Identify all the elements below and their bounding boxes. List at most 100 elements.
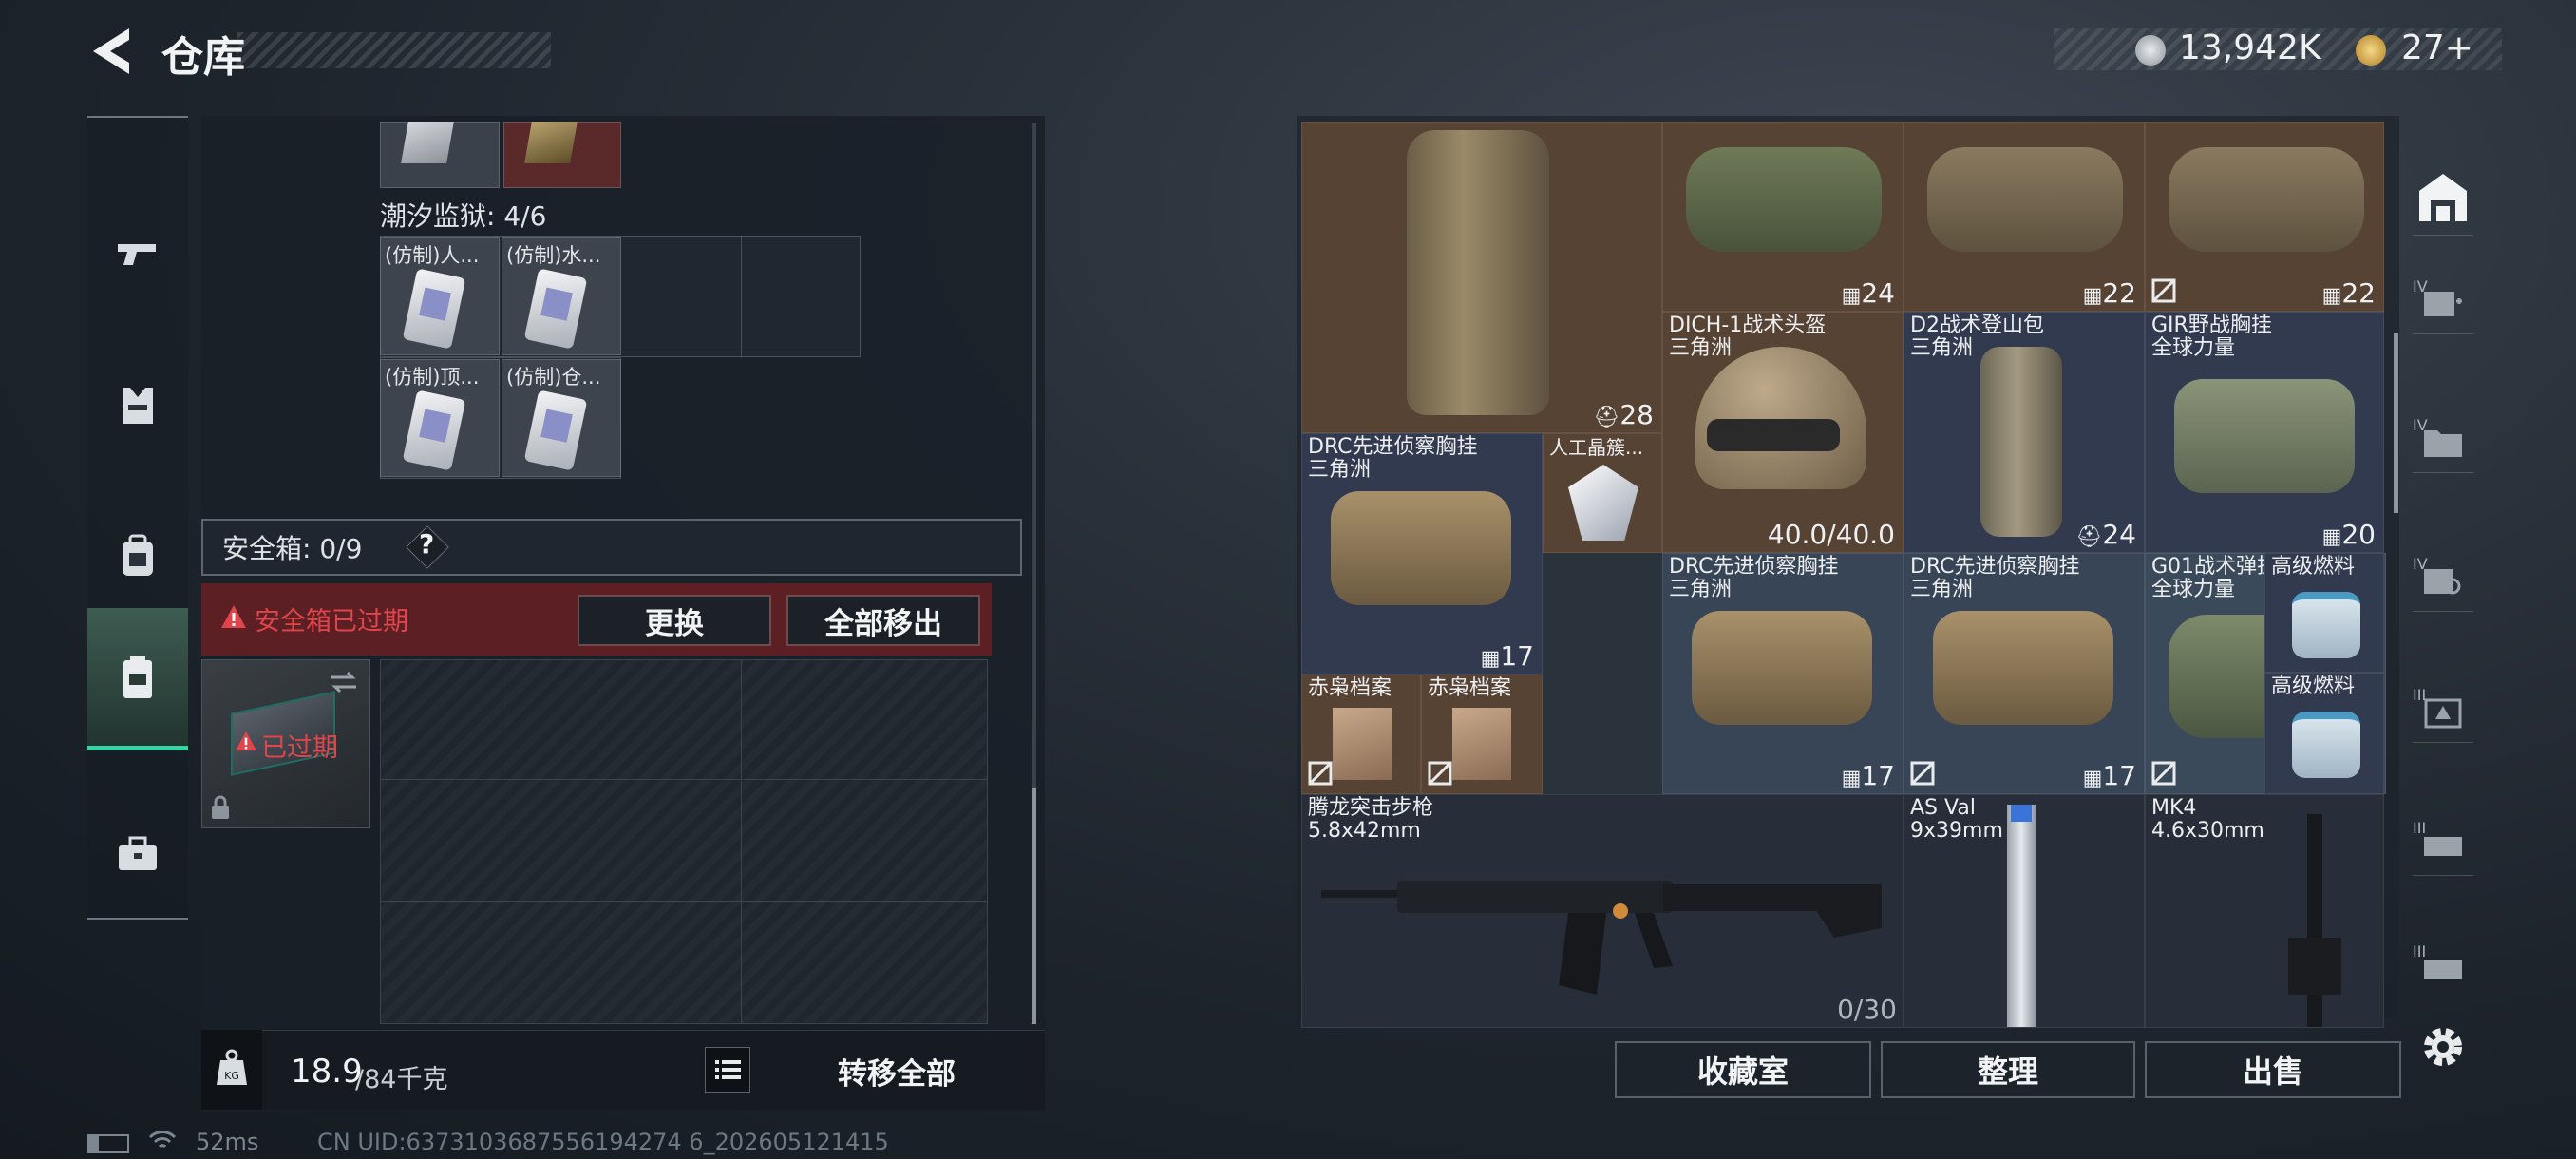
document-image xyxy=(1452,708,1511,780)
collection-room-button[interactable]: 收藏室 xyxy=(1615,1041,1871,1098)
grid-line xyxy=(380,779,988,780)
item-name: G01战术弹挂 全球力量 xyxy=(2151,555,2279,601)
header-decoration xyxy=(237,32,551,68)
item-name: (仿制)水... xyxy=(506,244,601,267)
chest-rig-image xyxy=(1331,491,1511,605)
expired-warning-text: 安全箱已过期 xyxy=(255,607,408,636)
inventory-item[interactable]: DRC先进侦察胸挂 三角洲 ▦17 xyxy=(1904,553,2145,794)
user-uid: CN UID:6373103687556194274 6_20260512141… xyxy=(317,1129,889,1155)
storage-item[interactable]: (仿制)仓... xyxy=(502,359,621,477)
nav-weapons[interactable] xyxy=(87,184,188,327)
storage-item[interactable]: (仿制)人... xyxy=(380,238,500,355)
nav-armor[interactable] xyxy=(87,334,188,477)
storage-item[interactable]: (仿制)水... xyxy=(502,238,621,355)
sell-button[interactable]: 出售 xyxy=(2145,1041,2401,1098)
item-weight: ⛑28 xyxy=(1593,399,1654,430)
nav-container-1[interactable]: IV xyxy=(2413,274,2473,334)
helmet-visor xyxy=(1707,419,1840,451)
item-card-image xyxy=(524,122,578,163)
item-capacity: ▦17 xyxy=(1480,640,1534,672)
inventory-item[interactable]: 人工晶簇... xyxy=(1543,433,1662,553)
replace-button[interactable]: 更换 xyxy=(578,595,771,646)
item-name: 人工晶簇... xyxy=(1549,436,1644,459)
item-capacity: ▦22 xyxy=(2082,277,2136,309)
nav-container-4[interactable]: III xyxy=(2413,682,2473,743)
item-name: 赤枭档案 xyxy=(1308,676,1392,700)
inventory-item[interactable]: ▦24 xyxy=(1662,122,1904,312)
keycard-image xyxy=(402,268,466,350)
toolbox-icon xyxy=(119,836,157,870)
grid-divider xyxy=(741,236,742,357)
warehouse-icon xyxy=(2419,173,2467,221)
safe-box-slot[interactable]: 已过期 xyxy=(201,659,370,828)
currency-silver: 13,942K xyxy=(2179,28,2321,67)
item-name: (仿制)仓... xyxy=(506,366,601,389)
back-button[interactable] xyxy=(87,23,137,80)
warning-icon xyxy=(236,731,256,751)
chest-rig-image xyxy=(2174,379,2355,493)
safe-box-grid[interactable] xyxy=(380,659,988,1024)
item-durability: 40.0/40.0 xyxy=(1767,519,1895,550)
inventory-item[interactable]: MK4 4.6x30mm xyxy=(2145,794,2384,1028)
suppressor-image xyxy=(2007,805,2036,1027)
inventory-scrollbar-thumb[interactable] xyxy=(2394,332,2398,513)
settings-button[interactable] xyxy=(2418,1022,2468,1072)
list-view-button[interactable] xyxy=(705,1047,750,1092)
remove-all-button[interactable]: 全部移出 xyxy=(786,595,980,646)
suppressor-cap xyxy=(2011,805,2032,822)
weight-icon: KG xyxy=(217,1049,247,1085)
item-name: DRC先进侦察胸挂 三角洲 xyxy=(1308,435,1478,482)
sort-button[interactable]: 整理 xyxy=(1881,1041,2135,1098)
no-trade-icon xyxy=(1428,761,1452,786)
inventory-item[interactable]: 高级燃料 xyxy=(2264,673,2384,794)
lock-icon xyxy=(212,795,229,819)
inventory-item[interactable]: AS Val 9x39mm xyxy=(1904,794,2145,1028)
inventory-item[interactable]: GIR野战胸挂 全球力量 ▦20 xyxy=(2145,312,2384,553)
wifi-icon xyxy=(148,1130,177,1149)
item-name: 腾龙突击步枪 5.8x42mm xyxy=(1308,796,1434,843)
inventory-item[interactable]: 腾龙突击步枪 5.8x42mm 0/30 xyxy=(1301,794,1904,1028)
nav-warehouse[interactable] xyxy=(2413,158,2473,236)
item-name: 高级燃料 xyxy=(2271,674,2356,698)
nav-backpacks[interactable] xyxy=(87,484,188,627)
nav-container-5[interactable]: III xyxy=(2413,815,2473,876)
warning-icon xyxy=(221,605,246,628)
rifle-image xyxy=(1321,881,1882,995)
item-name: DRC先进侦察胸挂 三角洲 xyxy=(1910,555,2080,601)
expired-badge: 已过期 xyxy=(261,733,338,763)
inventory-item[interactable]: ▦22 xyxy=(2145,122,2384,312)
no-trade-icon xyxy=(1308,761,1333,786)
search-box-icon xyxy=(2424,568,2461,594)
nav-container-3[interactable]: IV xyxy=(2413,551,2473,612)
storage-item[interactable]: (仿制)顶... xyxy=(380,359,500,477)
nav-container-6[interactable]: III xyxy=(2413,939,2473,999)
transfer-all-button[interactable]: 转移全部 xyxy=(767,1041,1026,1100)
fuel-can-image xyxy=(2292,712,2360,778)
weapon-case-icon xyxy=(2424,960,2462,979)
inventory-item[interactable]: DICH-1战术头盔 三角洲 40.0/40.0 xyxy=(1662,312,1904,553)
storage-scrollbar-thumb[interactable] xyxy=(1032,788,1036,1024)
inventory-item[interactable]: 高级燃料 xyxy=(2264,553,2384,673)
nav-tools[interactable] xyxy=(87,783,188,925)
backpack-icon xyxy=(123,534,153,576)
inventory-item[interactable]: DRC先进侦察胸挂 三角洲 ▦17 xyxy=(1301,433,1543,674)
item-weight: ⛑24 xyxy=(2075,519,2136,550)
backpack-image xyxy=(1407,130,1549,415)
document-image xyxy=(1333,708,1392,780)
inventory-item[interactable]: 赤枭档案 xyxy=(1421,674,1543,794)
nav-container-2[interactable]: IV xyxy=(2413,412,2473,473)
currency-gold[interactable]: 27+ xyxy=(2401,28,2473,67)
swap-icon[interactable] xyxy=(328,670,360,694)
nav-safe-box[interactable] xyxy=(87,608,188,750)
help-icon[interactable]: ? xyxy=(419,528,434,560)
inventory-item[interactable]: DRC先进侦察胸挂 三角洲 ▦17 xyxy=(1662,553,1904,794)
vest-icon xyxy=(123,388,153,424)
inventory-item[interactable]: ▦22 xyxy=(1904,122,2145,312)
battery-icon xyxy=(87,1134,129,1153)
helmet-image xyxy=(1695,347,1866,489)
no-trade-icon xyxy=(2151,278,2176,303)
inventory-item[interactable]: ⛑28 xyxy=(1301,122,1662,433)
chest-rig-image xyxy=(1692,611,1872,725)
inventory-item[interactable]: D2战术登山包 三角洲 ⛑24 xyxy=(1904,312,2145,553)
inventory-item[interactable]: 赤枭档案 xyxy=(1301,674,1421,794)
